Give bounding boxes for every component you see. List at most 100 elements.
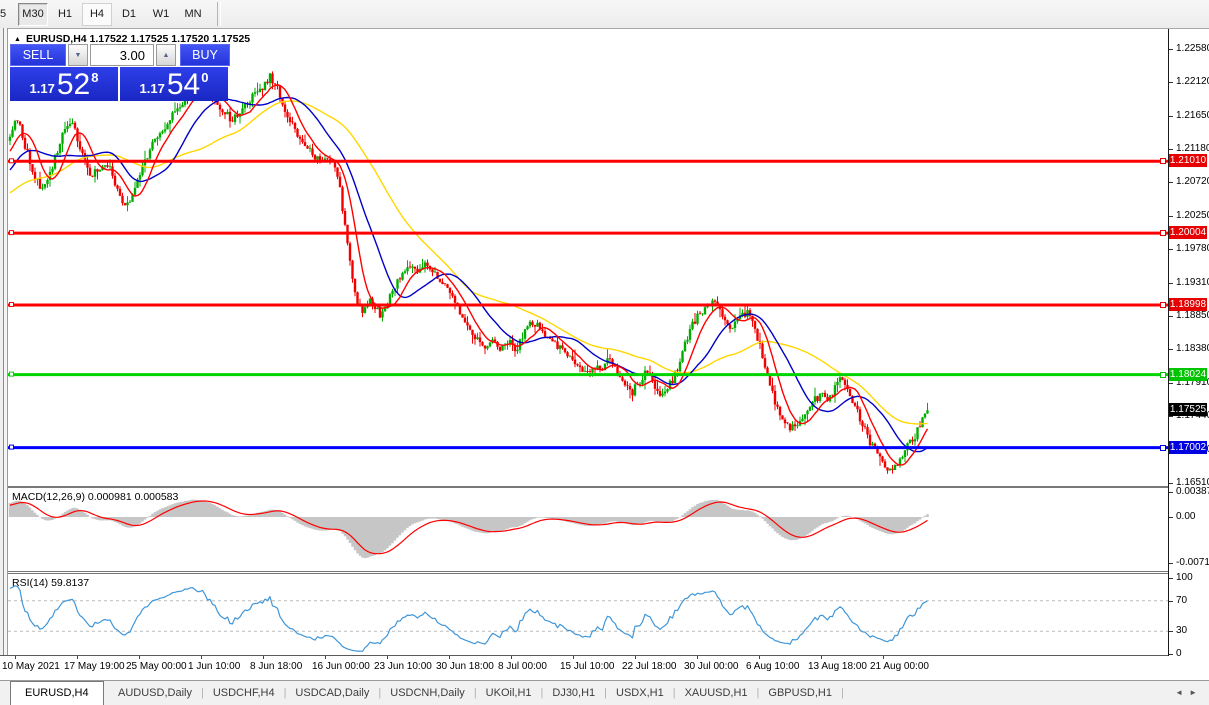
- price-tick-mark: [1169, 116, 1173, 117]
- tab-scroll-right-icon[interactable]: ►: [1189, 688, 1203, 697]
- line-drag-handle[interactable]: [1160, 230, 1166, 236]
- price-line-label: 1.17002: [1169, 441, 1207, 454]
- price-line-label: 1.18998: [1169, 298, 1207, 311]
- tab-item[interactable]: DJ30,H1: [552, 687, 595, 699]
- spin-down-icon: ▼: [75, 52, 82, 59]
- timeframe-button-m30[interactable]: M30: [18, 3, 48, 26]
- time-tick-mark: [697, 656, 698, 659]
- time-tick-mark: [821, 656, 822, 659]
- tab-separator: |: [284, 687, 287, 699]
- time-label: 1 Jun 10:00: [188, 661, 240, 672]
- tab-item[interactable]: AUDUSD,Daily: [118, 687, 192, 699]
- time-label: 21 Aug 00:00: [870, 661, 929, 672]
- buy-button[interactable]: BUY: [180, 44, 230, 66]
- tab-item[interactable]: USDCAD,Daily: [295, 687, 369, 699]
- time-label: 6 Aug 10:00: [746, 661, 799, 672]
- tab-scroll-arrows[interactable]: ◄►: [1175, 681, 1203, 705]
- tab-item[interactable]: USDCHF,H4: [213, 687, 275, 699]
- price-tick-label: 1.19780: [1176, 243, 1209, 255]
- rsi-tick-label: 70: [1176, 595, 1187, 607]
- timeframe-button-w1[interactable]: W1: [146, 3, 176, 26]
- volume-decrease-button[interactable]: ▼: [68, 44, 88, 66]
- time-label: 13 Aug 18:00: [808, 661, 867, 672]
- timeframe-toolbar: 15M30H1H4D1W1MN: [0, 0, 1209, 29]
- tab-item[interactable]: UKOil,H1: [486, 687, 532, 699]
- timeframe-button-15[interactable]: 15: [0, 3, 16, 26]
- price-tick-mark: [1169, 182, 1173, 183]
- toolbar-separator: [217, 2, 221, 26]
- one-click-trading-widget: SELL ▼ ▲ BUY 1.17 52 8 1.17 54 0: [10, 44, 230, 101]
- tab-item[interactable]: XAUUSD,H1: [685, 687, 748, 699]
- macd-indicator-panel[interactable]: MACD(12,26,9) 0.000981 0.000583: [8, 488, 1168, 571]
- macd-label: MACD(12,26,9) 0.000981 0.000583: [12, 491, 178, 503]
- tab-separator: |: [604, 687, 607, 699]
- bid-price-big-digits: 52: [57, 71, 90, 99]
- rsi-indicator-panel[interactable]: RSI(14) 59.8137: [8, 574, 1168, 655]
- time-tick-mark: [139, 656, 140, 659]
- time-tick-mark: [573, 656, 574, 659]
- bid-price-display[interactable]: 1.17 52 8: [10, 67, 118, 101]
- price-line-label: 1.18024: [1169, 368, 1207, 381]
- volume-increase-button[interactable]: ▲: [156, 44, 176, 66]
- line-drag-handle[interactable]: [1160, 445, 1166, 451]
- price-tick-mark: [1169, 483, 1173, 484]
- macd-tick-label: 0.003873: [1176, 486, 1209, 498]
- time-tick-mark: [449, 656, 450, 659]
- price-tick-label: 1.21650: [1176, 110, 1209, 122]
- rsi-tick-mark: [1169, 601, 1173, 602]
- time-tick-mark: [387, 656, 388, 659]
- sell-button[interactable]: SELL: [10, 44, 66, 66]
- macd-chart[interactable]: [8, 488, 1168, 571]
- main-chart-panel[interactable]: ▲ EURUSD,H4 1.17522 1.17525 1.17520 1.17…: [8, 29, 1168, 486]
- price-tick-label: 1.22580: [1176, 43, 1209, 55]
- window-left-border: [0, 28, 8, 705]
- timeframe-button-mn[interactable]: MN: [178, 3, 208, 26]
- price-tick-mark: [1169, 349, 1173, 350]
- time-tick-mark: [15, 656, 16, 659]
- macd-tick-mark: [1169, 563, 1173, 564]
- ask-price-display[interactable]: 1.17 54 0: [120, 67, 228, 101]
- price-axis[interactable]: 1.225801.221201.216501.211801.207201.202…: [1168, 29, 1209, 656]
- volume-input[interactable]: [90, 44, 154, 66]
- price-line-label: 1.21010: [1169, 154, 1207, 167]
- tab-separator: |: [841, 687, 844, 699]
- tab-separator: |: [378, 687, 381, 699]
- tab-item[interactable]: USDX,H1: [616, 687, 664, 699]
- collapse-panel-icon[interactable]: ▲: [14, 36, 21, 43]
- rsi-label: RSI(14) 59.8137: [12, 577, 89, 589]
- tab-separator: |: [201, 687, 204, 699]
- mt4-terminal: { "toolbar": { "buttons": [ {"label": "1…: [0, 0, 1209, 705]
- tab-scroll-left-icon[interactable]: ◄: [1175, 688, 1189, 697]
- rsi-chart[interactable]: [8, 574, 1168, 655]
- rsi-tick-mark: [1169, 631, 1173, 632]
- tab-item[interactable]: USDCNH,Daily: [390, 687, 465, 699]
- ask-price-big-digits: 54: [167, 71, 200, 99]
- time-label: 10 May 2021: [2, 661, 60, 672]
- price-tick-mark: [1169, 416, 1173, 417]
- price-tick-mark: [1169, 316, 1173, 317]
- tab-item[interactable]: GBPUSD,H1: [768, 687, 832, 699]
- line-drag-handle[interactable]: [1160, 372, 1166, 378]
- price-tick-label: 1.20250: [1176, 210, 1209, 222]
- macd-tick-mark: [1169, 492, 1173, 493]
- timeframe-button-h4[interactable]: H4: [82, 3, 112, 26]
- time-axis[interactable]: 10 May 202117 May 19:0025 May 00:001 Jun…: [0, 656, 1209, 680]
- timeframe-button-d1[interactable]: D1: [114, 3, 144, 26]
- tab-separator: |: [757, 687, 760, 699]
- price-tick-mark: [1169, 216, 1173, 217]
- chart-tab-bar: EURUSD,H4 AUDUSD,Daily | USDCHF,H4 | USDCAD,…: [0, 680, 1209, 705]
- ask-price-prefix: 1.17: [140, 81, 165, 96]
- price-tick-mark: [1169, 249, 1173, 250]
- bid-price-prefix: 1.17: [30, 81, 55, 96]
- tab-eurusd-active[interactable]: EURUSD,H4: [10, 681, 104, 705]
- time-tick-mark: [511, 656, 512, 659]
- timeframe-button-h1[interactable]: H1: [50, 3, 80, 26]
- time-tick-mark: [263, 656, 264, 659]
- macd-tick-label: -0.00719: [1176, 557, 1209, 569]
- price-line-label: 1.20004: [1169, 226, 1207, 239]
- price-tick-mark: [1169, 82, 1173, 83]
- time-tick-mark: [201, 656, 202, 659]
- macd-tick-label: 0.00: [1176, 511, 1195, 523]
- line-drag-handle[interactable]: [1160, 302, 1166, 308]
- line-drag-handle[interactable]: [1160, 158, 1166, 164]
